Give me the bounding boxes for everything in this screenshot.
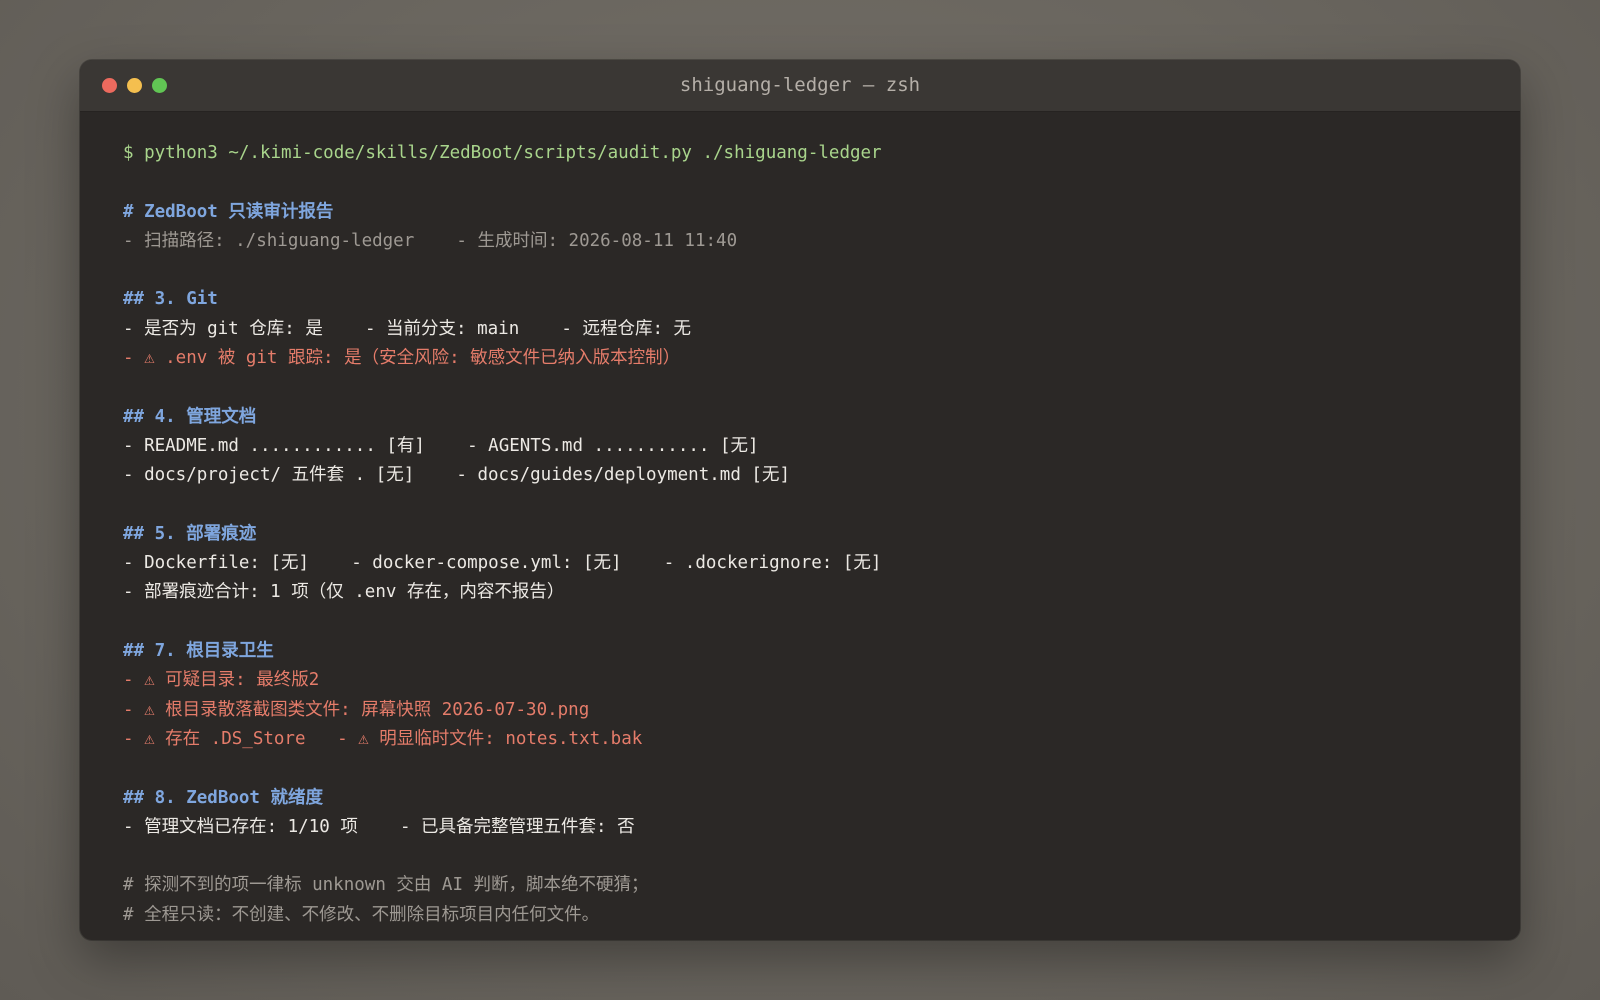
report-meta: - 扫描路径: ./shiguang-ledger - 生成时间: 2026-0… (123, 230, 738, 251)
hygiene-warning-2: - ⚠ 根目录散落截图类文件: 屏幕快照 2026-07-30.png (123, 699, 590, 720)
docs-line-2: - docs/project/ 五件套 . [无] - docs/guides/… (123, 465, 790, 486)
readiness-line: - 管理文档已存在: 1/10 项 - 已具备完整管理五件套: 否 (123, 816, 635, 837)
deploy-line-2: - 部署痕迹合计: 1 项（仅 .env 存在，内容不报告） (123, 582, 565, 603)
docs-line-1: - README.md ............ [有] - AGENTS.md… (123, 435, 759, 456)
terminal-output[interactable]: $ python3 ~/.kimi-code/skills/ZedBoot/sc… (123, 139, 1480, 930)
section-docs-heading: ## 4. 管理文档 (123, 406, 257, 427)
section-readiness-heading: ## 8. ZedBoot 就绪度 (123, 787, 324, 808)
terminal-window[interactable]: shiguang-ledger — zsh $ python3 ~/.kimi-… (80, 60, 1520, 940)
deploy-line-1: - Dockerfile: [无] - docker-compose.yml: … (123, 553, 882, 574)
hygiene-warning-3: - ⚠ 存在 .DS_Store - ⚠ 明显临时文件: notes.txt.b… (123, 728, 643, 749)
footer-comment-1: # 探测不到的项一律标 unknown 交由 AI 判断，脚本绝不硬猜； (123, 875, 649, 896)
section-git-heading: ## 3. Git (123, 289, 218, 310)
git-env-warning: - ⚠ .env 被 git 跟踪: 是（安全风险: 敏感文件已纳入版本控制） (123, 348, 681, 369)
command-line: $ python3 ~/.kimi-code/skills/ZedBoot/sc… (123, 143, 882, 163)
section-hygiene-heading: ## 7. 根目录卫生 (123, 641, 274, 662)
title-bar[interactable]: shiguang-ledger — zsh (80, 60, 1520, 112)
window-title: shiguang-ledger — zsh (679, 74, 921, 96)
hygiene-warning-1: - ⚠ 可疑目录: 最终版2 (123, 670, 320, 691)
git-status-line: - 是否为 git 仓库: 是 - 当前分支: main - 远程仓库: 无 (123, 318, 692, 339)
report-title: # ZedBoot 只读审计报告 (123, 201, 334, 222)
section-deploy-heading: ## 5. 部署痕迹 (123, 523, 257, 544)
footer-comment-2: # 全程只读：不创建、不修改、不删除目标项目内任何文件。 (123, 904, 600, 925)
